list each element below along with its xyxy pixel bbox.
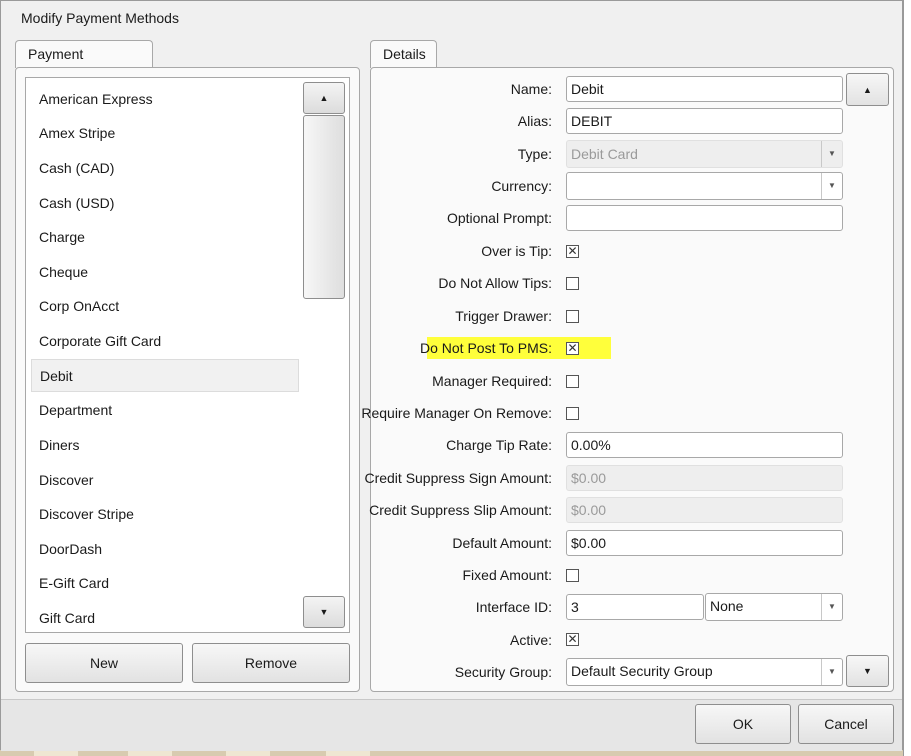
chevron-down-icon: ▼ xyxy=(821,141,842,167)
alias-label: Alias: xyxy=(517,113,552,129)
interface-id-label: Interface ID: xyxy=(475,599,552,615)
security-group-value: Default Security Group xyxy=(571,663,713,679)
remove-button[interactable]: Remove xyxy=(192,643,350,683)
ok-button[interactable]: OK xyxy=(695,704,791,744)
list-item[interactable]: Department xyxy=(31,394,299,427)
security-group-dropdown-button[interactable]: ▼ xyxy=(846,655,889,687)
do-not-post-to-pms-checkbox[interactable]: ✕ xyxy=(566,342,579,355)
dialog-footer: OK Cancel xyxy=(1,699,902,751)
credit-suppress-sign-amount-label: Credit Suppress Sign Amount: xyxy=(364,470,552,486)
cancel-button[interactable]: Cancel xyxy=(798,704,894,744)
currency-combo[interactable]: ▼ xyxy=(566,172,843,200)
interface-id-field[interactable]: 3 xyxy=(566,594,704,620)
security-group-label: Security Group: xyxy=(454,664,552,680)
type-label: Type: xyxy=(517,146,552,162)
interface-option-value: None xyxy=(710,598,744,614)
list-item-selected[interactable]: Debit xyxy=(31,359,299,392)
tab-payment-methods[interactable]: Payment Methods xyxy=(15,40,153,89)
active-label: Active: xyxy=(509,632,552,648)
currency-label: Currency: xyxy=(491,178,552,194)
do-not-allow-tips-label: Do Not Allow Tips: xyxy=(438,275,552,291)
charge-tip-rate-field[interactable]: 0.00% xyxy=(566,432,843,458)
fixed-amount-label: Fixed Amount: xyxy=(462,567,553,583)
default-amount-label: Default Amount: xyxy=(452,535,552,551)
list-item[interactable]: Charge xyxy=(31,221,299,254)
list-item[interactable]: Corporate Gift Card xyxy=(31,325,299,358)
chevron-down-icon: ▼ xyxy=(821,173,842,199)
triangle-up-icon: ▲ xyxy=(319,93,329,103)
chevron-down-icon: ▼ xyxy=(821,594,842,620)
name-field[interactable]: Debit xyxy=(566,76,843,102)
credit-suppress-slip-amount-field: $0.00 xyxy=(566,497,843,523)
credit-suppress-slip-amount-label: Credit Suppress Slip Amount: xyxy=(369,502,552,518)
over-is-tip-label: Over is Tip: xyxy=(481,243,552,259)
triangle-up-icon: ▲ xyxy=(863,84,872,95)
x-check-icon: ✕ xyxy=(567,632,578,646)
list-item[interactable]: American Express xyxy=(31,83,299,116)
payment-methods-panel: American Express Amex Stripe Cash (CAD) … xyxy=(15,67,360,692)
chevron-down-icon: ▼ xyxy=(821,659,842,685)
x-check-icon: ✕ xyxy=(567,341,578,355)
fixed-amount-checkbox[interactable] xyxy=(566,569,579,582)
scrollbar-thumb[interactable] xyxy=(303,115,345,299)
scroll-down-button[interactable]: ▼ xyxy=(303,596,345,628)
new-button[interactable]: New xyxy=(25,643,183,683)
trigger-drawer-label: Trigger Drawer: xyxy=(455,308,552,324)
do-not-allow-tips-checkbox[interactable] xyxy=(566,277,579,290)
list-item[interactable]: Amex Stripe xyxy=(31,117,299,150)
list-item[interactable]: Corp OnAcct xyxy=(31,290,299,323)
manager-required-label: Manager Required: xyxy=(432,373,552,389)
list-item[interactable]: Discover xyxy=(31,464,299,497)
security-group-combo[interactable]: Default Security Group ▼ xyxy=(566,658,843,686)
list-item[interactable]: Gift Card xyxy=(31,602,299,635)
tab-details[interactable]: Details xyxy=(370,40,437,68)
list-item[interactable]: Discover Stripe xyxy=(31,498,299,531)
require-manager-on-remove-checkbox[interactable] xyxy=(566,407,579,420)
do-not-post-to-pms-label: Do Not Post To PMS: xyxy=(419,340,552,356)
over-is-tip-checkbox[interactable]: ✕ xyxy=(566,245,579,258)
type-combo: Debit Card ▼ xyxy=(566,140,843,168)
active-checkbox[interactable]: ✕ xyxy=(566,633,579,646)
name-label: Name: xyxy=(510,81,552,97)
triangle-down-icon: ▼ xyxy=(319,607,329,617)
charge-tip-rate-label: Charge Tip Rate: xyxy=(446,437,552,453)
list-item[interactable]: E-Gift Card xyxy=(31,567,299,600)
require-manager-on-remove-label: Require Manager On Remove: xyxy=(361,405,552,421)
x-check-icon: ✕ xyxy=(567,244,578,258)
interface-option-combo[interactable]: None ▼ xyxy=(705,593,843,621)
window-title: Modify Payment Methods xyxy=(21,10,179,26)
list-item[interactable]: Diners xyxy=(31,429,299,462)
optional-prompt-label: Optional Prompt: xyxy=(446,210,552,226)
scroll-up-button[interactable]: ▲ xyxy=(303,82,345,114)
triangle-down-icon: ▼ xyxy=(863,666,872,676)
type-value: Debit Card xyxy=(571,146,638,162)
list-item[interactable]: Cash (CAD) xyxy=(31,152,299,185)
credit-suppress-sign-amount-field: $0.00 xyxy=(566,465,843,491)
modify-payment-methods-dialog: Modify Payment Methods Payment Methods A… xyxy=(0,0,903,751)
list-item[interactable]: Cheque xyxy=(31,256,299,289)
list-item[interactable]: DoorDash xyxy=(31,533,299,566)
default-amount-field[interactable]: $0.00 xyxy=(566,530,843,556)
manager-required-checkbox[interactable] xyxy=(566,375,579,388)
trigger-drawer-checkbox[interactable] xyxy=(566,310,579,323)
name-expand-button[interactable]: ▲ xyxy=(846,73,889,106)
payment-methods-list[interactable]: American Express Amex Stripe Cash (CAD) … xyxy=(25,77,350,633)
list-item[interactable]: Cash (USD) xyxy=(31,187,299,220)
optional-prompt-field[interactable] xyxy=(566,205,843,231)
background-window-edge xyxy=(903,0,911,756)
alias-field[interactable]: DEBIT xyxy=(566,108,843,134)
